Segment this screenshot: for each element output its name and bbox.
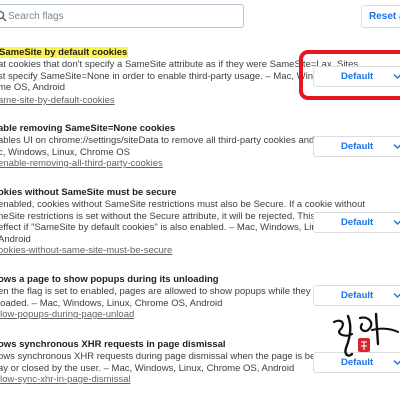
description-line: st specify SameSite=None in order to ena…: [0, 70, 366, 82]
flag-description: en the flag is set to enabled, pages are…: [0, 286, 353, 309]
flag-description: ables UI on chrome://settings/siteData t…: [0, 135, 364, 158]
description-line: ables UI on chrome://settings/siteData t…: [0, 135, 364, 146]
flag-title: okies without SameSite must be secure: [0, 187, 177, 198]
flag-title: ows synchronous XHR requests in page dis…: [0, 339, 226, 350]
reset-all-button[interactable]: Reset all: [361, 5, 400, 28]
description-line: c, Windows, Linux, Chrome OS: [0, 146, 130, 158]
flag-title: able removing SameSite=None cookies: [0, 123, 176, 134]
search-input[interactable]: [8, 8, 228, 24]
annotation-highlight-box: [299, 50, 400, 100]
description-line: en the flag is set to enabled, pages are…: [0, 286, 353, 297]
flag-description: enabled, cookies without SameSite restri…: [0, 199, 372, 245]
flag-title: SameSite by default cookies: [0, 47, 129, 58]
select-value: Default: [341, 141, 374, 152]
description-line: enabled, cookies without SameSite restri…: [0, 199, 365, 210]
search-icon: [0, 10, 7, 22]
description-line: neSite restrictions is set without the S…: [0, 210, 372, 222]
search-box[interactable]: [0, 4, 244, 28]
flags-header: Reset all: [0, 0, 400, 40]
flag-anchor-link[interactable]: enable-removing-all-third-party-cookies: [0, 158, 163, 169]
signature-watermark: [332, 312, 399, 357]
description-line: effect if "SameSite by default cookies" …: [0, 222, 366, 233]
flag-anchor-link[interactable]: ame-site-by-default-cookies: [0, 95, 115, 106]
flag-state-select[interactable]: Default: [313, 212, 400, 233]
description-line: ay or closed by the user. – Mac, Windows…: [0, 362, 295, 374]
select-value: Default: [341, 217, 374, 228]
flag-title: ows a page to show popups during its unl…: [0, 274, 219, 285]
flag-description: at cookies that don't specify a SameSite…: [0, 59, 366, 94]
flag-state-select[interactable]: Default: [313, 285, 400, 306]
flag-anchor-link[interactable]: llow-sync-xhr-in-page-dismissal: [0, 374, 131, 385]
description-line: ows synchronous XHR requests during page…: [0, 351, 372, 362]
chevron-down-icon: [393, 144, 400, 149]
flag-state-select[interactable]: Default: [313, 136, 400, 157]
flag-description: ows synchronous XHR requests during page…: [0, 351, 372, 374]
chevron-down-icon: [393, 293, 400, 298]
description-line: me OS, Android: [0, 82, 66, 93]
description-line: at cookies that don't specify a SameSite…: [0, 59, 359, 70]
flag-anchor-link[interactable]: ookies-without-same-site-must-be-secure: [0, 245, 172, 256]
chevron-down-icon: [393, 220, 400, 225]
select-value: Default: [341, 290, 374, 301]
flag-anchor-link[interactable]: llow-popups-during-page-unload: [0, 309, 134, 320]
description-line: loaded. – Mac, Windows, Linux, Chrome OS…: [0, 297, 223, 309]
description-line: Android: [0, 233, 31, 245]
